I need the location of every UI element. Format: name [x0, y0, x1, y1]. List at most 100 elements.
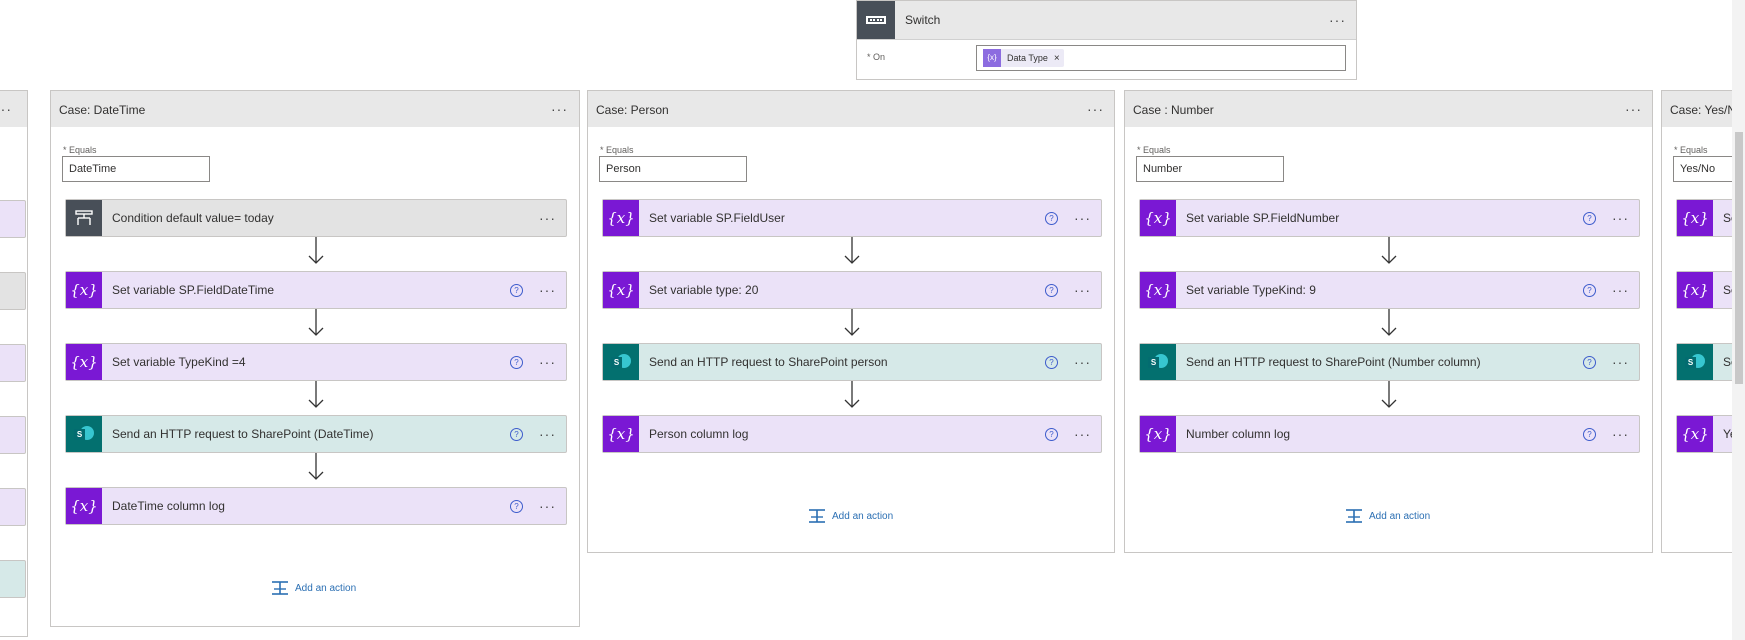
remove-token-icon[interactable]: × [1054, 53, 1060, 64]
help-icon[interactable]: ? [1045, 284, 1058, 297]
action-label: Se [1723, 355, 1732, 369]
more-options-icon[interactable]: ··· [539, 211, 556, 225]
variable-icon: {x} [603, 416, 639, 452]
add-action-label: Add an action [832, 510, 894, 522]
case-header[interactable]: Case: Yes/No [1662, 91, 1732, 127]
more-options-icon[interactable]: ··· [1074, 427, 1091, 441]
case-header[interactable]: Case: DateTime ··· [51, 91, 579, 127]
switch-icon [857, 1, 895, 39]
variable-icon: {x} [1677, 416, 1713, 452]
more-options-icon[interactable]: ··· [539, 499, 556, 513]
action-sharepoint-http[interactable]: S Send an HTTP request to SharePoint (Da… [65, 415, 567, 453]
action-card[interactable] [0, 344, 26, 382]
more-options-icon[interactable]: ··· [1329, 13, 1346, 27]
variable-icon: {x} [1677, 272, 1713, 308]
case-card-datetime: Case: DateTime ··· * Equals DateTime Con… [50, 90, 580, 627]
help-icon[interactable]: ? [510, 284, 523, 297]
help-icon[interactable]: ? [1583, 212, 1596, 225]
add-action-button[interactable]: Add an action [271, 581, 356, 595]
action-label: Set variable type: 20 [649, 283, 759, 297]
more-options-icon[interactable]: ··· [1612, 211, 1629, 225]
more-options-icon[interactable]: ··· [0, 102, 12, 116]
sharepoint-icon: S [1677, 344, 1713, 380]
more-options-icon[interactable]: ··· [539, 283, 556, 297]
action-sharepoint-http[interactable]: S Send an HTTP request to SharePoint per… [602, 343, 1102, 381]
action-set-variable[interactable]: {x} Set variable SP.FieldDateTime ? ··· [65, 271, 567, 309]
connector-arrow [1381, 237, 1397, 264]
case-card-yesno: Case: Yes/No * Equals Yes/No {x} Se {x} … [1661, 90, 1732, 553]
action-set-variable[interactable]: {x} Se [1676, 271, 1732, 309]
action-set-variable[interactable]: {x} Set variable type: 20 ? ··· [602, 271, 1102, 309]
dynamic-content-token[interactable]: {x} Data Type × [983, 49, 1064, 67]
help-icon[interactable]: ? [1583, 356, 1596, 369]
switch-header[interactable]: Switch ··· [857, 1, 1356, 40]
action-label: Number column log [1186, 427, 1291, 441]
action-set-variable[interactable]: {x} DateTime column log ? ··· [65, 487, 567, 525]
more-options-icon[interactable]: ··· [1087, 102, 1104, 116]
on-field-label: * On [867, 52, 886, 62]
action-sharepoint-http[interactable]: S Se [1676, 343, 1732, 381]
action-label: Person column log [649, 427, 749, 441]
action-card[interactable] [0, 200, 26, 238]
help-icon[interactable]: ? [510, 428, 523, 441]
help-icon[interactable]: ? [1583, 428, 1596, 441]
switch-action[interactable]: Switch ··· * On {x} Data Type × [856, 0, 1357, 80]
add-action-button[interactable]: Add an action [808, 509, 893, 523]
case-header[interactable]: Case: Person ··· [588, 91, 1114, 127]
variable-icon: {x} [66, 344, 102, 380]
action-label: Se [1723, 283, 1732, 297]
more-options-icon[interactable]: ··· [1612, 355, 1629, 369]
equals-input[interactable]: Person [599, 156, 747, 182]
scrollbar-thumb[interactable] [1735, 132, 1743, 384]
help-icon[interactable]: ? [1045, 428, 1058, 441]
help-icon[interactable]: ? [510, 356, 523, 369]
more-options-icon[interactable]: ··· [1612, 427, 1629, 441]
help-icon[interactable]: ? [510, 500, 523, 513]
action-label: Send an HTTP request to SharePoint (Date… [112, 427, 374, 441]
more-options-icon[interactable]: ··· [539, 355, 556, 369]
equals-input[interactable]: Yes/No [1673, 156, 1732, 182]
equals-input[interactable]: Number [1136, 156, 1284, 182]
add-action-icon [272, 581, 288, 595]
add-action-icon [809, 509, 825, 523]
action-set-variable[interactable]: {x} Set variable SP.FieldNumber ? ··· [1139, 199, 1640, 237]
equals-label: * Equals [600, 145, 634, 155]
more-options-icon[interactable]: ··· [1074, 355, 1091, 369]
action-set-variable[interactable]: {x} Number column log ? ··· [1139, 415, 1640, 453]
action-set-variable[interactable]: {x} Se [1676, 199, 1732, 237]
action-set-variable[interactable]: {x} Set variable SP.FieldUser ? ··· [602, 199, 1102, 237]
action-condition[interactable]: Condition default value= today ··· [65, 199, 567, 237]
action-set-variable[interactable]: {x} Person column log ? ··· [602, 415, 1102, 453]
action-card[interactable] [0, 560, 26, 598]
equals-label: * Equals [63, 145, 97, 155]
on-field-input[interactable]: {x} Data Type × [976, 45, 1346, 71]
more-options-icon[interactable]: ··· [1625, 102, 1642, 116]
action-set-variable[interactable]: {x} Set variable TypeKind: 9 ? ··· [1139, 271, 1640, 309]
action-set-variable[interactable]: {x} Ye [1676, 415, 1732, 453]
more-options-icon[interactable]: ··· [1074, 211, 1091, 225]
action-label: Set variable SP.FieldUser [649, 211, 785, 225]
equals-input[interactable]: DateTime [62, 156, 210, 182]
more-options-icon[interactable]: ··· [1612, 283, 1629, 297]
variable-icon: {x} [1140, 200, 1176, 236]
more-options-icon[interactable]: ··· [551, 102, 568, 116]
action-sharepoint-http[interactable]: S Send an HTTP request to SharePoint (Nu… [1139, 343, 1640, 381]
case-header[interactable]: Case : Number ··· [1125, 91, 1652, 127]
add-action-button[interactable]: Add an action [1345, 509, 1430, 523]
action-card[interactable] [0, 488, 26, 526]
action-label: Set variable SP.FieldDateTime [112, 283, 275, 297]
variable-icon: {x} [66, 272, 102, 308]
connector-arrow [308, 381, 324, 408]
help-icon[interactable]: ? [1045, 212, 1058, 225]
more-options-icon[interactable]: ··· [1074, 283, 1091, 297]
help-icon[interactable]: ? [1583, 284, 1596, 297]
action-card[interactable] [0, 416, 26, 454]
action-card[interactable] [0, 272, 26, 310]
help-icon[interactable]: ? [1045, 356, 1058, 369]
case-title: Case: Person [596, 103, 669, 117]
action-set-variable[interactable]: {x} Set variable TypeKind =4 ? ··· [65, 343, 567, 381]
variable-icon: {x} [66, 488, 102, 524]
connector-arrow [1381, 309, 1397, 336]
action-label: Condition default value= today [112, 211, 274, 225]
more-options-icon[interactable]: ··· [539, 427, 556, 441]
